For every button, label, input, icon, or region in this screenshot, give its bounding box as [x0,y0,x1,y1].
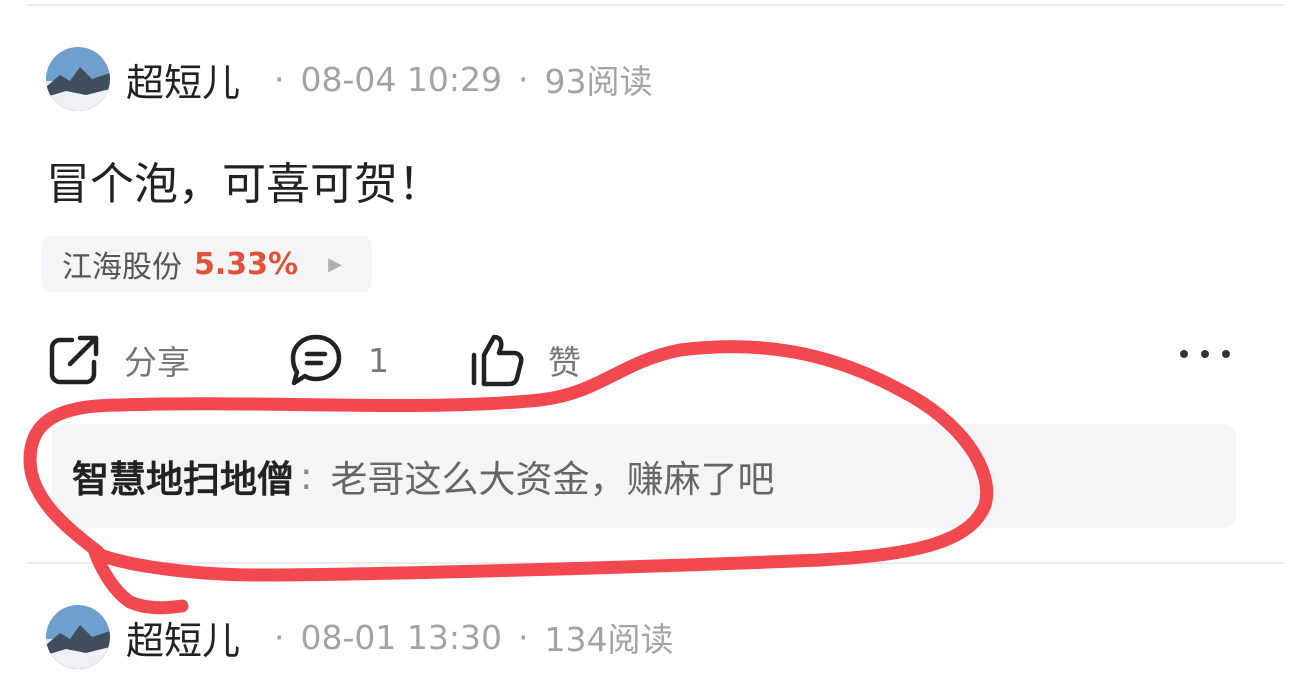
comment-icon [290,334,342,386]
read-count: 93阅读 [544,62,653,101]
stock-change: 5.33% [194,246,299,282]
read-count: 134阅读 [544,620,674,659]
comment-button[interactable]: 1 [288,330,389,390]
more-icon[interactable] [1180,344,1230,364]
post-content[interactable]: 冒个泡，可喜可贺！ [46,148,442,212]
like-button[interactable]: 赞 [470,330,581,390]
arrow-right-icon: ▶ [328,253,342,275]
comment-text: 老哥这么大资金，赚麻了吧 [330,458,775,501]
post-date: 08-04 10:29 [300,59,502,99]
post-meta: · 08-04 10:29 · 93阅读 [258,55,652,103]
post-divider [26,562,1284,564]
author-name[interactable]: 超短儿 [126,610,240,665]
comment-preview[interactable]: 智慧地扫地僧 : 老哥这么大资金，赚麻了吧 [52,424,1236,528]
comment-separator: : [300,454,313,498]
stock-name: 江海股份 [62,250,182,285]
avatar[interactable] [46,47,110,111]
like-label: 赞 [548,343,581,382]
author-name[interactable]: 超短儿 [126,52,240,107]
share-button[interactable]: 分享 [48,330,190,390]
top-divider [26,4,1284,6]
thumbs-up-icon [471,334,524,387]
comment-author[interactable]: 智慧地扫地僧 [72,449,294,503]
share-label: 分享 [124,343,190,382]
comment-count: 1 [368,340,389,380]
avatar[interactable] [46,605,110,669]
action-bar: 分享 1 赞 [0,330,1290,390]
post-header: 超短儿 · 08-01 13:30 · 134阅读 [46,604,674,670]
post-date: 08-01 13:30 [300,617,502,657]
post-meta: · 08-01 13:30 · 134阅读 [258,613,673,661]
meta-separator: · [274,59,285,99]
post-header: 超短儿 · 08-04 10:29 · 93阅读 [46,46,653,112]
meta-separator: · [518,59,529,99]
stock-tag[interactable]: 江海股份 5.33% ▶ [42,236,372,292]
meta-separator: · [274,617,285,657]
share-icon [49,335,99,385]
meta-separator: · [518,617,529,657]
